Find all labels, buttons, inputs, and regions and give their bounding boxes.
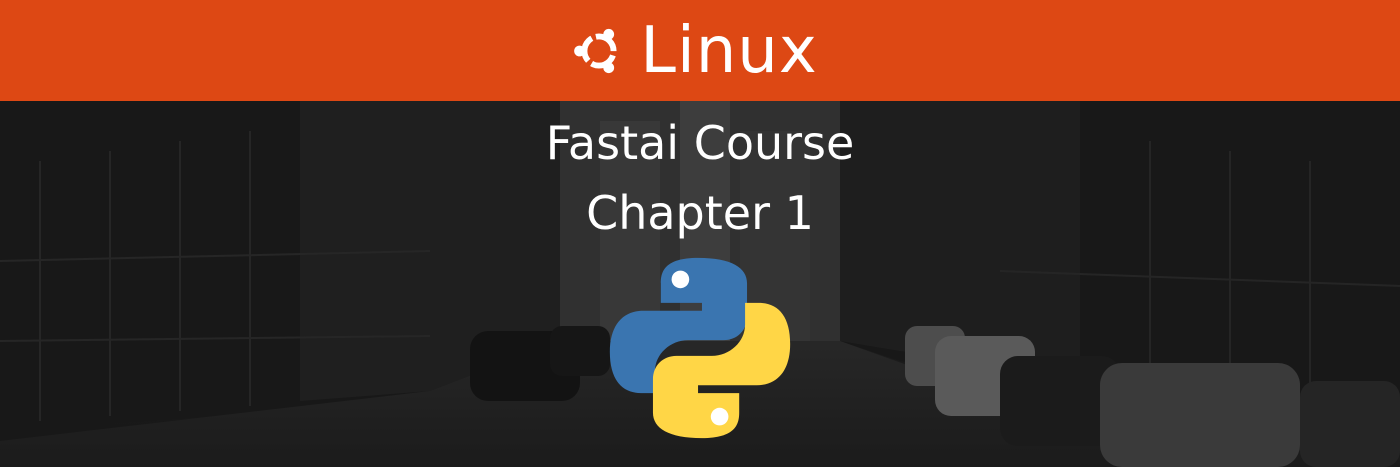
course-title: Fastai Course xyxy=(545,116,855,170)
chapter-title: Chapter 1 xyxy=(586,186,814,240)
header-bar: Linux xyxy=(0,0,1400,101)
brand: Linux xyxy=(572,19,817,83)
python-logo-icon xyxy=(609,257,791,439)
brand-name: Linux xyxy=(640,13,818,88)
banner: Linux Fastai Course Chapter 1 xyxy=(0,0,1400,467)
ubuntu-logo-icon xyxy=(574,28,618,73)
